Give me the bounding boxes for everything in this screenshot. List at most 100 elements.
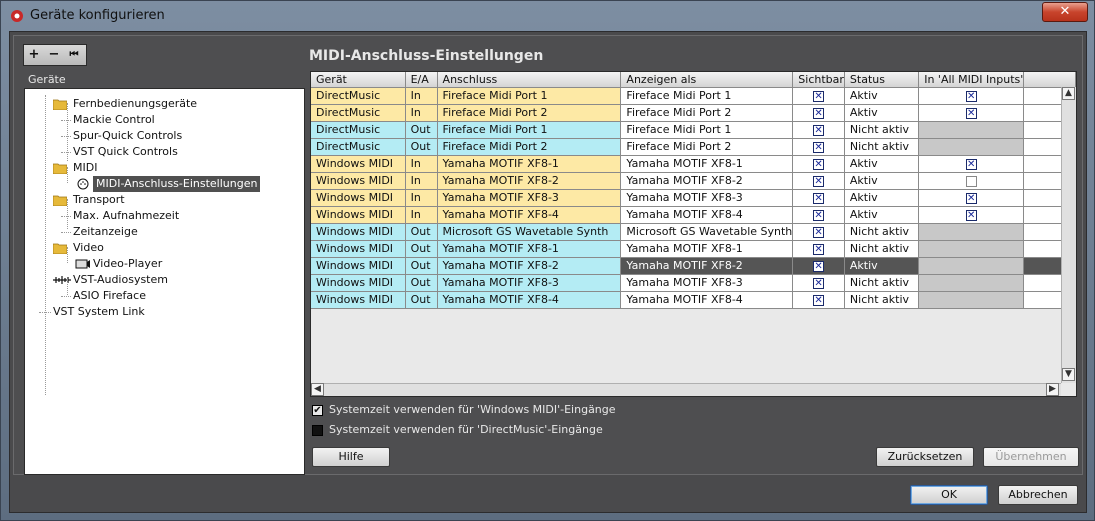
visible-checkbox[interactable]: ✕ xyxy=(813,107,825,119)
cell-anzeigen[interactable]: Yamaha MOTIF XF8-4 xyxy=(620,291,794,309)
column-header[interactable]: Gerät xyxy=(311,72,406,88)
cell-all-midi-inputs[interactable]: ✕ xyxy=(918,172,1025,190)
table-row[interactable]: DirectMusic In Fireface Midi Port 2 Firefac… xyxy=(311,104,1076,122)
scroll-left-icon[interactable]: ◀ xyxy=(311,383,324,396)
tree-item[interactable]: Fernbedienungsgeräte xyxy=(25,96,295,112)
table-row[interactable]: Windows MIDI Out Yamaha MOTIF XF8-2 Yamaha … xyxy=(311,257,1076,275)
cell-sichtbar[interactable]: ✕ xyxy=(792,189,845,207)
visible-checkbox[interactable]: ✕ xyxy=(813,260,825,272)
table-row[interactable]: DirectMusic Out Fireface Midi Port 1 Firefa… xyxy=(311,121,1076,139)
reset-button[interactable]: Zurücksetzen xyxy=(876,447,974,467)
visible-checkbox[interactable]: ✕ xyxy=(813,294,825,306)
cell-anzeigen[interactable]: Yamaha MOTIF XF8-1 xyxy=(620,155,794,173)
table-row[interactable]: Windows MIDI In Yamaha MOTIF XF8-4 Yamaha M… xyxy=(311,206,1076,224)
cell-all-midi-inputs[interactable]: ✕ xyxy=(918,206,1025,224)
cell-sichtbar[interactable]: ✕ xyxy=(792,240,845,258)
tree-item[interactable]: Zeitanzeige xyxy=(25,224,295,240)
table-row[interactable]: Windows MIDI In Yamaha MOTIF XF8-2 Yamaha M… xyxy=(311,172,1076,190)
all-midi-checkbox[interactable]: ✕ xyxy=(965,175,977,187)
tree-item[interactable]: VST System Link xyxy=(25,304,295,320)
cell-anzeigen[interactable]: Fireface Midi Port 2 xyxy=(620,138,794,156)
cell-anzeigen[interactable]: Microsoft GS Wavetable Synth xyxy=(620,223,794,241)
cell-sichtbar[interactable]: ✕ xyxy=(792,121,845,139)
tree-item[interactable]: Transport xyxy=(25,192,295,208)
tree-item[interactable]: Max. Aufnahmezeit xyxy=(25,208,295,224)
cell-sichtbar[interactable]: ✕ xyxy=(792,155,845,173)
cell-sichtbar[interactable]: ✕ xyxy=(792,206,845,224)
column-header[interactable]: Anschluss xyxy=(437,72,622,88)
all-midi-checkbox[interactable]: ✕ xyxy=(965,158,977,170)
table-row[interactable]: Windows MIDI Out Yamaha MOTIF XF8-3 Yamaha … xyxy=(311,274,1076,292)
column-header[interactable]: Status xyxy=(844,72,920,88)
remove-device-button[interactable]: − xyxy=(44,45,64,65)
cell-sichtbar[interactable]: ✕ xyxy=(792,87,845,105)
cell-sichtbar[interactable]: ✕ xyxy=(792,274,845,292)
cell-sichtbar[interactable]: ✕ xyxy=(792,172,845,190)
scroll-right-icon[interactable]: ▶ xyxy=(1046,383,1059,396)
tree-item[interactable]: Video-Player xyxy=(25,256,295,272)
cell-anzeigen[interactable]: Fireface Midi Port 1 xyxy=(620,121,794,139)
cell-sichtbar[interactable]: ✕ xyxy=(792,104,845,122)
visible-checkbox[interactable]: ✕ xyxy=(813,192,825,204)
cell-anzeigen[interactable]: Yamaha MOTIF XF8-2 xyxy=(620,172,794,190)
column-header[interactable]: E/A xyxy=(405,72,438,88)
visible-checkbox[interactable]: ✕ xyxy=(813,277,825,289)
column-header[interactable]: Anzeigen als xyxy=(620,72,794,88)
table-row[interactable]: Windows MIDI Out Yamaha MOTIF XF8-1 Yamaha … xyxy=(311,240,1076,258)
tree-item[interactable]: Spur-Quick Controls xyxy=(25,128,295,144)
reset-device-button[interactable]: ⏮ xyxy=(64,45,84,65)
checkbox-windows-midi[interactable]: ✔ xyxy=(312,404,323,416)
tree-item[interactable]: VST-Audiosystem xyxy=(25,272,295,288)
visible-checkbox[interactable]: ✕ xyxy=(813,226,825,238)
table-row[interactable]: DirectMusic Out Fireface Midi Port 2 Firefa… xyxy=(311,138,1076,156)
title-bar[interactable]: Geräte konfigurieren ✕ xyxy=(1,1,1094,31)
tree-item[interactable]: VST Quick Controls xyxy=(25,144,295,160)
help-button[interactable]: Hilfe xyxy=(312,447,390,467)
table-row[interactable]: DirectMusic In Fireface Midi Port 1 Firefac… xyxy=(311,87,1076,105)
table-row[interactable]: Windows MIDI Out Microsoft GS Wavetable Sy… xyxy=(311,223,1076,241)
cell-anzeigen[interactable]: Yamaha MOTIF XF8-1 xyxy=(620,240,794,258)
cell-sichtbar[interactable]: ✕ xyxy=(792,257,845,275)
close-button[interactable]: ✕ xyxy=(1042,2,1088,22)
visible-checkbox[interactable]: ✕ xyxy=(813,141,825,153)
cell-sichtbar[interactable]: ✕ xyxy=(792,223,845,241)
option-directmusic-systime[interactable]: Systemzeit verwenden für 'DirectMusic'-E… xyxy=(312,423,603,439)
cell-all-midi-inputs[interactable]: ✕ xyxy=(918,87,1025,105)
visible-checkbox[interactable]: ✕ xyxy=(813,209,825,221)
visible-checkbox[interactable]: ✕ xyxy=(813,90,825,102)
visible-checkbox[interactable]: ✕ xyxy=(813,158,825,170)
tree-item[interactable]: MIDI xyxy=(25,160,295,176)
add-device-button[interactable]: + xyxy=(24,45,44,65)
column-header[interactable] xyxy=(1023,72,1076,88)
tree-item[interactable]: Mackie Control xyxy=(25,112,295,128)
cell-anzeigen[interactable]: Yamaha MOTIF XF8-3 xyxy=(620,274,794,292)
option-windows-midi-systime[interactable]: ✔ Systemzeit verwenden für 'Windows MIDI'… xyxy=(312,403,616,419)
horizontal-scrollbar[interactable]: ◀ ▶ xyxy=(311,383,1061,396)
scroll-up-icon[interactable]: ▲ xyxy=(1062,87,1075,100)
cell-sichtbar[interactable]: ✕ xyxy=(792,138,845,156)
checkbox-directmusic[interactable] xyxy=(312,424,323,436)
table-row[interactable]: Windows MIDI In Yamaha MOTIF XF8-1 Yamaha M… xyxy=(311,155,1076,173)
visible-checkbox[interactable]: ✕ xyxy=(813,124,825,136)
cell-anzeigen[interactable]: Yamaha MOTIF XF8-2 xyxy=(620,257,794,275)
vertical-scrollbar[interactable]: ▲ ▼ xyxy=(1061,87,1076,383)
table-row[interactable]: Windows MIDI In Yamaha MOTIF XF8-3 Yamaha M… xyxy=(311,189,1076,207)
all-midi-checkbox[interactable]: ✕ xyxy=(965,90,977,102)
cell-anzeigen[interactable]: Yamaha MOTIF XF8-3 xyxy=(620,189,794,207)
cell-sichtbar[interactable]: ✕ xyxy=(792,291,845,309)
cell-anzeigen[interactable]: Yamaha MOTIF XF8-4 xyxy=(620,206,794,224)
device-tree[interactable]: Fernbedienungsgeräte Mackie Control Spur-Q… xyxy=(24,88,305,475)
tree-item[interactable]: Video xyxy=(25,240,295,256)
cell-all-midi-inputs[interactable]: ✕ xyxy=(918,104,1025,122)
column-header[interactable]: In 'All MIDI Inputs' xyxy=(918,72,1025,88)
cancel-button[interactable]: Abbrechen xyxy=(998,485,1078,505)
all-midi-checkbox[interactable]: ✕ xyxy=(965,209,977,221)
table-row[interactable]: Windows MIDI Out Yamaha MOTIF XF8-4 Yamaha … xyxy=(311,291,1076,309)
all-midi-checkbox[interactable]: ✕ xyxy=(965,107,977,119)
ok-button[interactable]: OK xyxy=(910,485,988,505)
visible-checkbox[interactable]: ✕ xyxy=(813,175,825,187)
cell-anzeigen[interactable]: Fireface Midi Port 1 xyxy=(620,87,794,105)
tree-item[interactable]: MIDI-Anschluss-Einstellungen xyxy=(25,176,295,192)
tree-item[interactable]: ASIO Fireface xyxy=(25,288,295,304)
all-midi-checkbox[interactable]: ✕ xyxy=(965,192,977,204)
